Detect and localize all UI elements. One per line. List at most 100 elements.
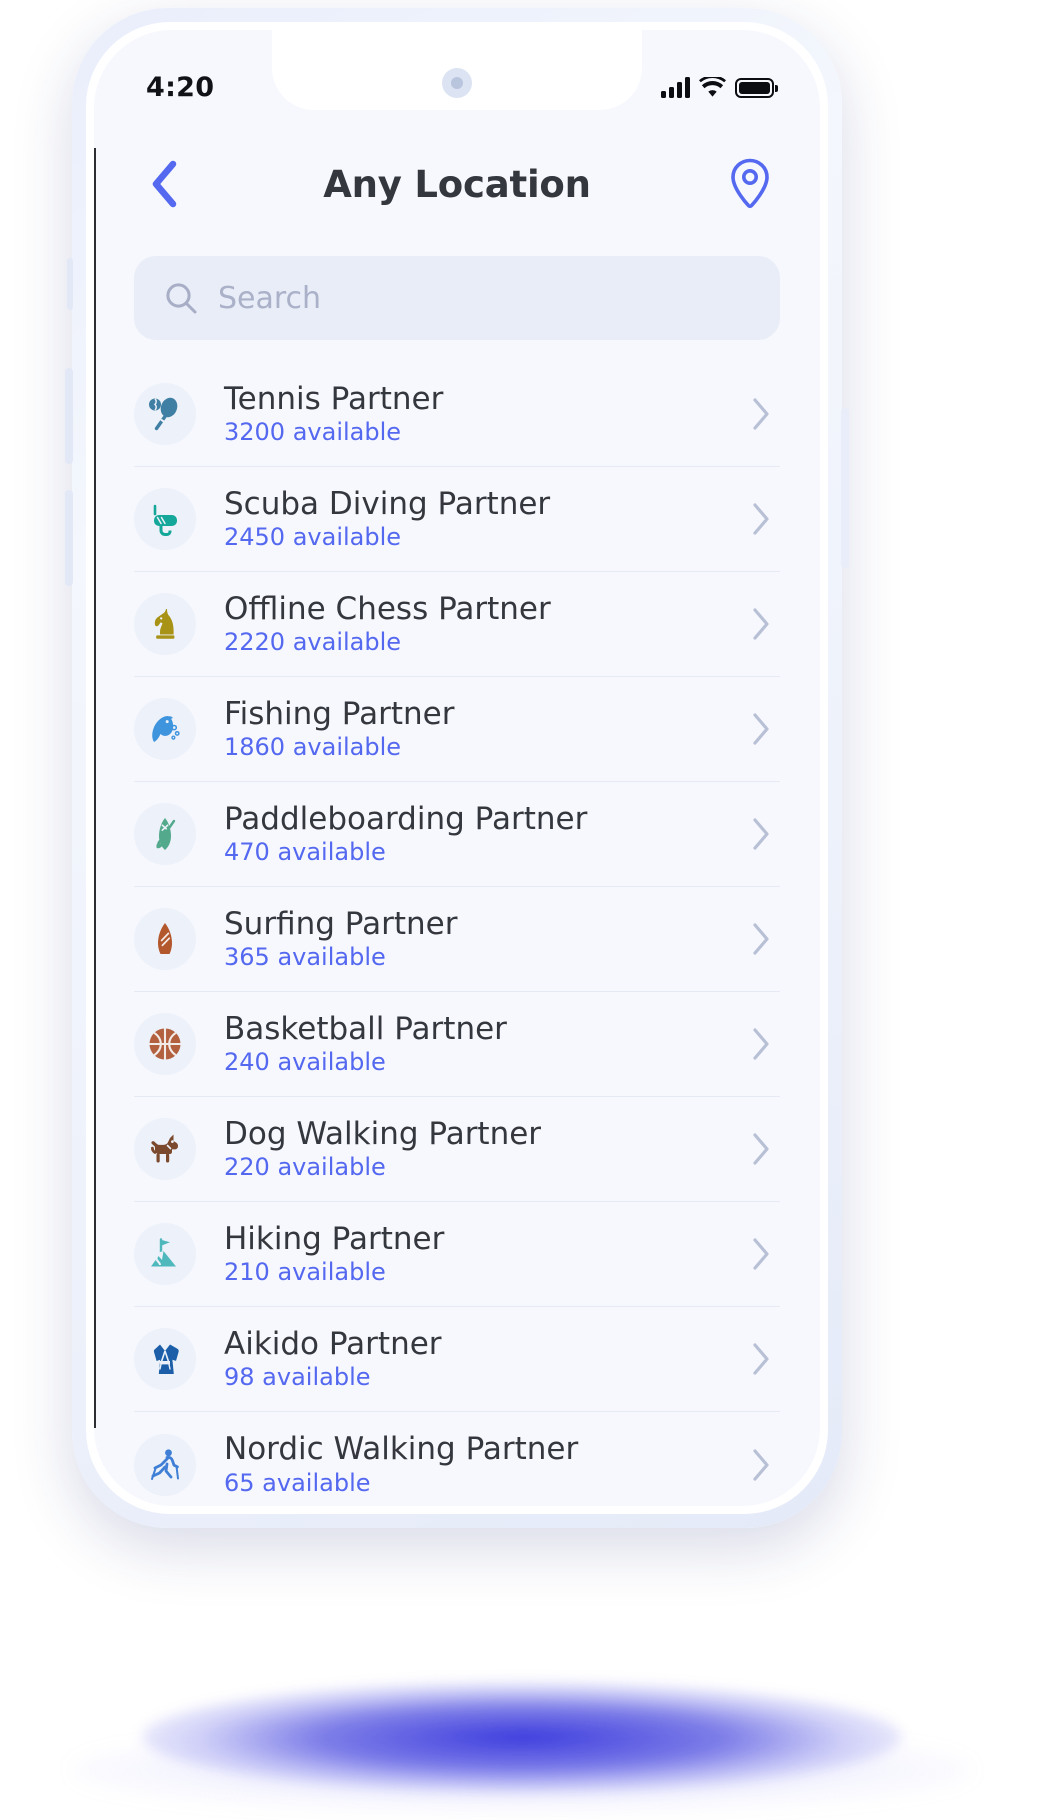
silence-switch[interactable]: [67, 258, 73, 310]
chevron-right-icon: [753, 503, 769, 535]
list-item[interactable]: Tennis Partner 3200 available: [134, 362, 780, 467]
scene: 4:20 Any Location Search Tennis Partner …: [0, 0, 1043, 1820]
list-item-title: Basketball Partner: [224, 1010, 507, 1047]
list-item[interactable]: Hiking Partner 210 available: [134, 1202, 780, 1307]
list-item-subtitle: 98 available: [224, 1363, 371, 1392]
list-item-title: Paddleboarding Partner: [224, 800, 588, 837]
disclosure-chevron[interactable]: [746, 712, 780, 746]
list-item[interactable]: Scuba Diving Partner 2450 available: [134, 467, 780, 572]
icon-bubble: [134, 1118, 196, 1180]
screen-edge-line: [94, 148, 96, 1428]
disclosure-chevron[interactable]: [746, 1237, 780, 1271]
list-item-text: Dog Walking Partner 220 available: [220, 1118, 722, 1181]
status-icon-group: [661, 76, 778, 98]
search-input[interactable]: Search: [134, 256, 780, 340]
list-item-subtitle: 2450 available: [224, 523, 402, 552]
list-item[interactable]: Basketball Partner 240 available: [134, 992, 780, 1097]
list-item[interactable]: Dog Walking Partner 220 available: [134, 1097, 780, 1202]
icon-bubble: [134, 698, 196, 760]
chevron-right-icon: [753, 923, 769, 955]
chevron-right-icon: [753, 818, 769, 850]
list-item-text: Scuba Diving Partner 2450 available: [220, 488, 722, 551]
list-item-title: Surfing Partner: [224, 905, 458, 942]
list-item-subtitle: 220 available: [224, 1153, 386, 1182]
chevron-right-icon: [753, 398, 769, 430]
chevron-right-icon: [753, 1133, 769, 1165]
volume-up-button[interactable]: [65, 368, 73, 464]
list-item[interactable]: Offline Chess Partner 2220 available: [134, 572, 780, 677]
basketball-icon: [149, 1028, 181, 1060]
list-item-text: Paddleboarding Partner 470 available: [220, 803, 722, 866]
list-item-text: Basketball Partner 240 available: [220, 1013, 722, 1076]
volume-down-button[interactable]: [65, 490, 73, 586]
icon-bubble: [134, 1433, 196, 1496]
wifi-icon: [699, 76, 726, 97]
surfboard-icon: [158, 923, 172, 954]
icon-bubble: [134, 803, 196, 865]
disclosure-chevron[interactable]: [746, 607, 780, 641]
icon-bubble: [134, 1223, 196, 1285]
list-item-subtitle: 365 available: [224, 943, 386, 972]
list-item-text: Surfing Partner 365 available: [220, 908, 722, 971]
paddleboard-icon: [156, 818, 176, 850]
icon-bubble: [134, 1328, 196, 1390]
page-title: Any Location: [323, 162, 591, 206]
fish-icon: [152, 716, 180, 742]
chess-knight-icon: [154, 609, 175, 639]
disclosure-chevron[interactable]: [746, 1132, 780, 1166]
list-item[interactable]: Nordic Walking Partner 65 available: [134, 1412, 780, 1506]
list-item-text: Hiking Partner 210 available: [220, 1223, 722, 1286]
list-item-subtitle: 240 available: [224, 1048, 386, 1077]
list-item-text: Nordic Walking Partner 65 available: [220, 1433, 722, 1496]
martial-arts-gi-icon: [153, 1344, 179, 1374]
list-item[interactable]: Aikido Partner 98 available: [134, 1307, 780, 1412]
list-item-text: Fishing Partner 1860 available: [220, 698, 722, 761]
list-item-subtitle: 210 available: [224, 1258, 386, 1287]
chevron-right-icon: [753, 713, 769, 745]
tennis-racket-icon: [149, 397, 178, 431]
chevron-left-icon: [152, 160, 177, 208]
list-item-subtitle: 3200 available: [224, 418, 402, 447]
nordic-walking-icon: [151, 1448, 179, 1480]
disclosure-chevron[interactable]: [746, 922, 780, 956]
status-clock: 4:20: [146, 71, 215, 103]
chevron-right-icon: [753, 1448, 769, 1481]
list-item-title: Tennis Partner: [224, 380, 444, 417]
app-header: Any Location: [94, 126, 820, 242]
battery-icon: [735, 77, 778, 98]
list-item-title: Fishing Partner: [224, 695, 455, 732]
list-item-title: Scuba Diving Partner: [224, 485, 551, 522]
list-item-text: Aikido Partner 98 available: [220, 1328, 722, 1391]
phone-glow-inner: [141, 1682, 902, 1792]
disclosure-chevron[interactable]: [746, 1342, 780, 1376]
partner-category-list[interactable]: Tennis Partner 3200 available Scuba Divi…: [94, 362, 820, 1506]
list-item-text: Offline Chess Partner 2220 available: [220, 593, 722, 656]
list-item-subtitle: 65 available: [224, 1468, 371, 1497]
list-item-subtitle: 1860 available: [224, 733, 402, 762]
list-item[interactable]: Paddleboarding Partner 470 available: [134, 782, 780, 887]
icon-bubble: [134, 908, 196, 970]
disclosure-chevron[interactable]: [746, 817, 780, 851]
icon-bubble: [134, 1013, 196, 1075]
list-item[interactable]: Surfing Partner 365 available: [134, 887, 780, 992]
list-item-title: Hiking Partner: [224, 1220, 445, 1257]
disclosure-chevron[interactable]: [746, 397, 780, 431]
list-item-title: Offline Chess Partner: [224, 590, 551, 627]
icon-bubble: [134, 593, 196, 655]
diving-mask-icon: [153, 504, 177, 536]
back-button[interactable]: [134, 154, 194, 214]
location-picker-button[interactable]: [720, 154, 780, 214]
mountain-flag-icon: [151, 1238, 176, 1267]
disclosure-chevron[interactable]: [746, 1448, 780, 1482]
disclosure-chevron[interactable]: [746, 502, 780, 536]
phone-device: 4:20 Any Location Search Tennis Partner …: [65, 8, 849, 1528]
icon-bubble: [134, 488, 196, 550]
phone-frame: 4:20 Any Location Search Tennis Partner …: [86, 22, 828, 1514]
disclosure-chevron[interactable]: [746, 1027, 780, 1061]
chevron-right-icon: [753, 1343, 769, 1375]
power-button[interactable]: [841, 408, 849, 568]
status-bar: 4:20: [94, 30, 820, 126]
search-placeholder: Search: [218, 280, 322, 316]
list-item[interactable]: Fishing Partner 1860 available: [134, 677, 780, 782]
list-item-subtitle: 470 available: [224, 838, 386, 867]
